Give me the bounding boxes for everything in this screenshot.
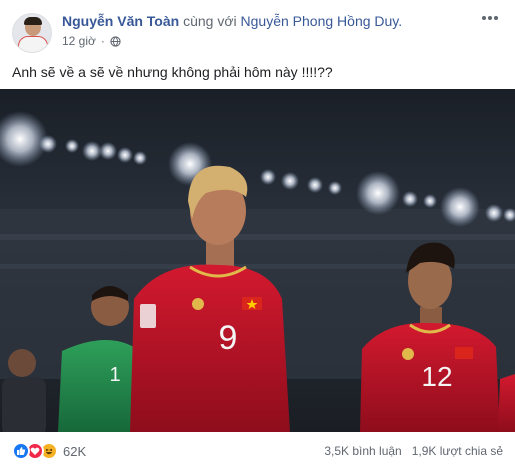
reactions-summary[interactable]: 62K xyxy=(12,442,86,460)
author-name-link[interactable]: Nguyễn Văn Toàn xyxy=(62,13,179,29)
post-message: Anh sẽ về a sẽ về nhưng không phải hôm n… xyxy=(12,64,333,80)
like-icon xyxy=(12,442,30,460)
post-footer: 62K 3,5K bình luận 1,9K lượt chia sẻ xyxy=(12,440,503,464)
post-header: Nguyễn Văn Toàn cùng với Nguyễn Phong Hồ… xyxy=(12,10,505,54)
engagement-stats: 3,5K bình luận 1,9K lượt chia sẻ xyxy=(324,444,503,458)
tagged-user-link[interactable]: Nguyễn Phong Hồng Duy. xyxy=(241,13,403,29)
player-number-12: 12 xyxy=(421,361,452,392)
more-options-icon[interactable] xyxy=(481,13,499,27)
facebook-post: Nguyễn Văn Toàn cùng với Nguyễn Phong Hồ… xyxy=(0,0,515,473)
post-timestamp[interactable]: 12 giờ xyxy=(62,34,96,48)
shares-count-link[interactable]: 1,9K lượt chia sẻ xyxy=(412,444,503,458)
author-avatar[interactable] xyxy=(12,13,52,53)
with-label: cùng với xyxy=(183,13,237,29)
background-player-right xyxy=(498,374,515,432)
post-meta: 12 giờ · xyxy=(62,34,121,48)
post-photo[interactable]: 1 9 12 xyxy=(0,89,515,432)
post-title-line: Nguyễn Văn Toàn cùng với Nguyễn Phong Hồ… xyxy=(62,13,402,29)
goalkeeper-number: 1 xyxy=(109,364,120,386)
player-number-9: 9 xyxy=(219,319,238,357)
globe-icon[interactable] xyxy=(110,35,121,47)
comments-count-link[interactable]: 3,5K bình luận xyxy=(324,444,401,458)
bullet-separator: · xyxy=(100,34,105,48)
stadium-photo-illustration: 1 9 12 xyxy=(0,89,515,432)
reaction-count: 62K xyxy=(63,443,87,459)
